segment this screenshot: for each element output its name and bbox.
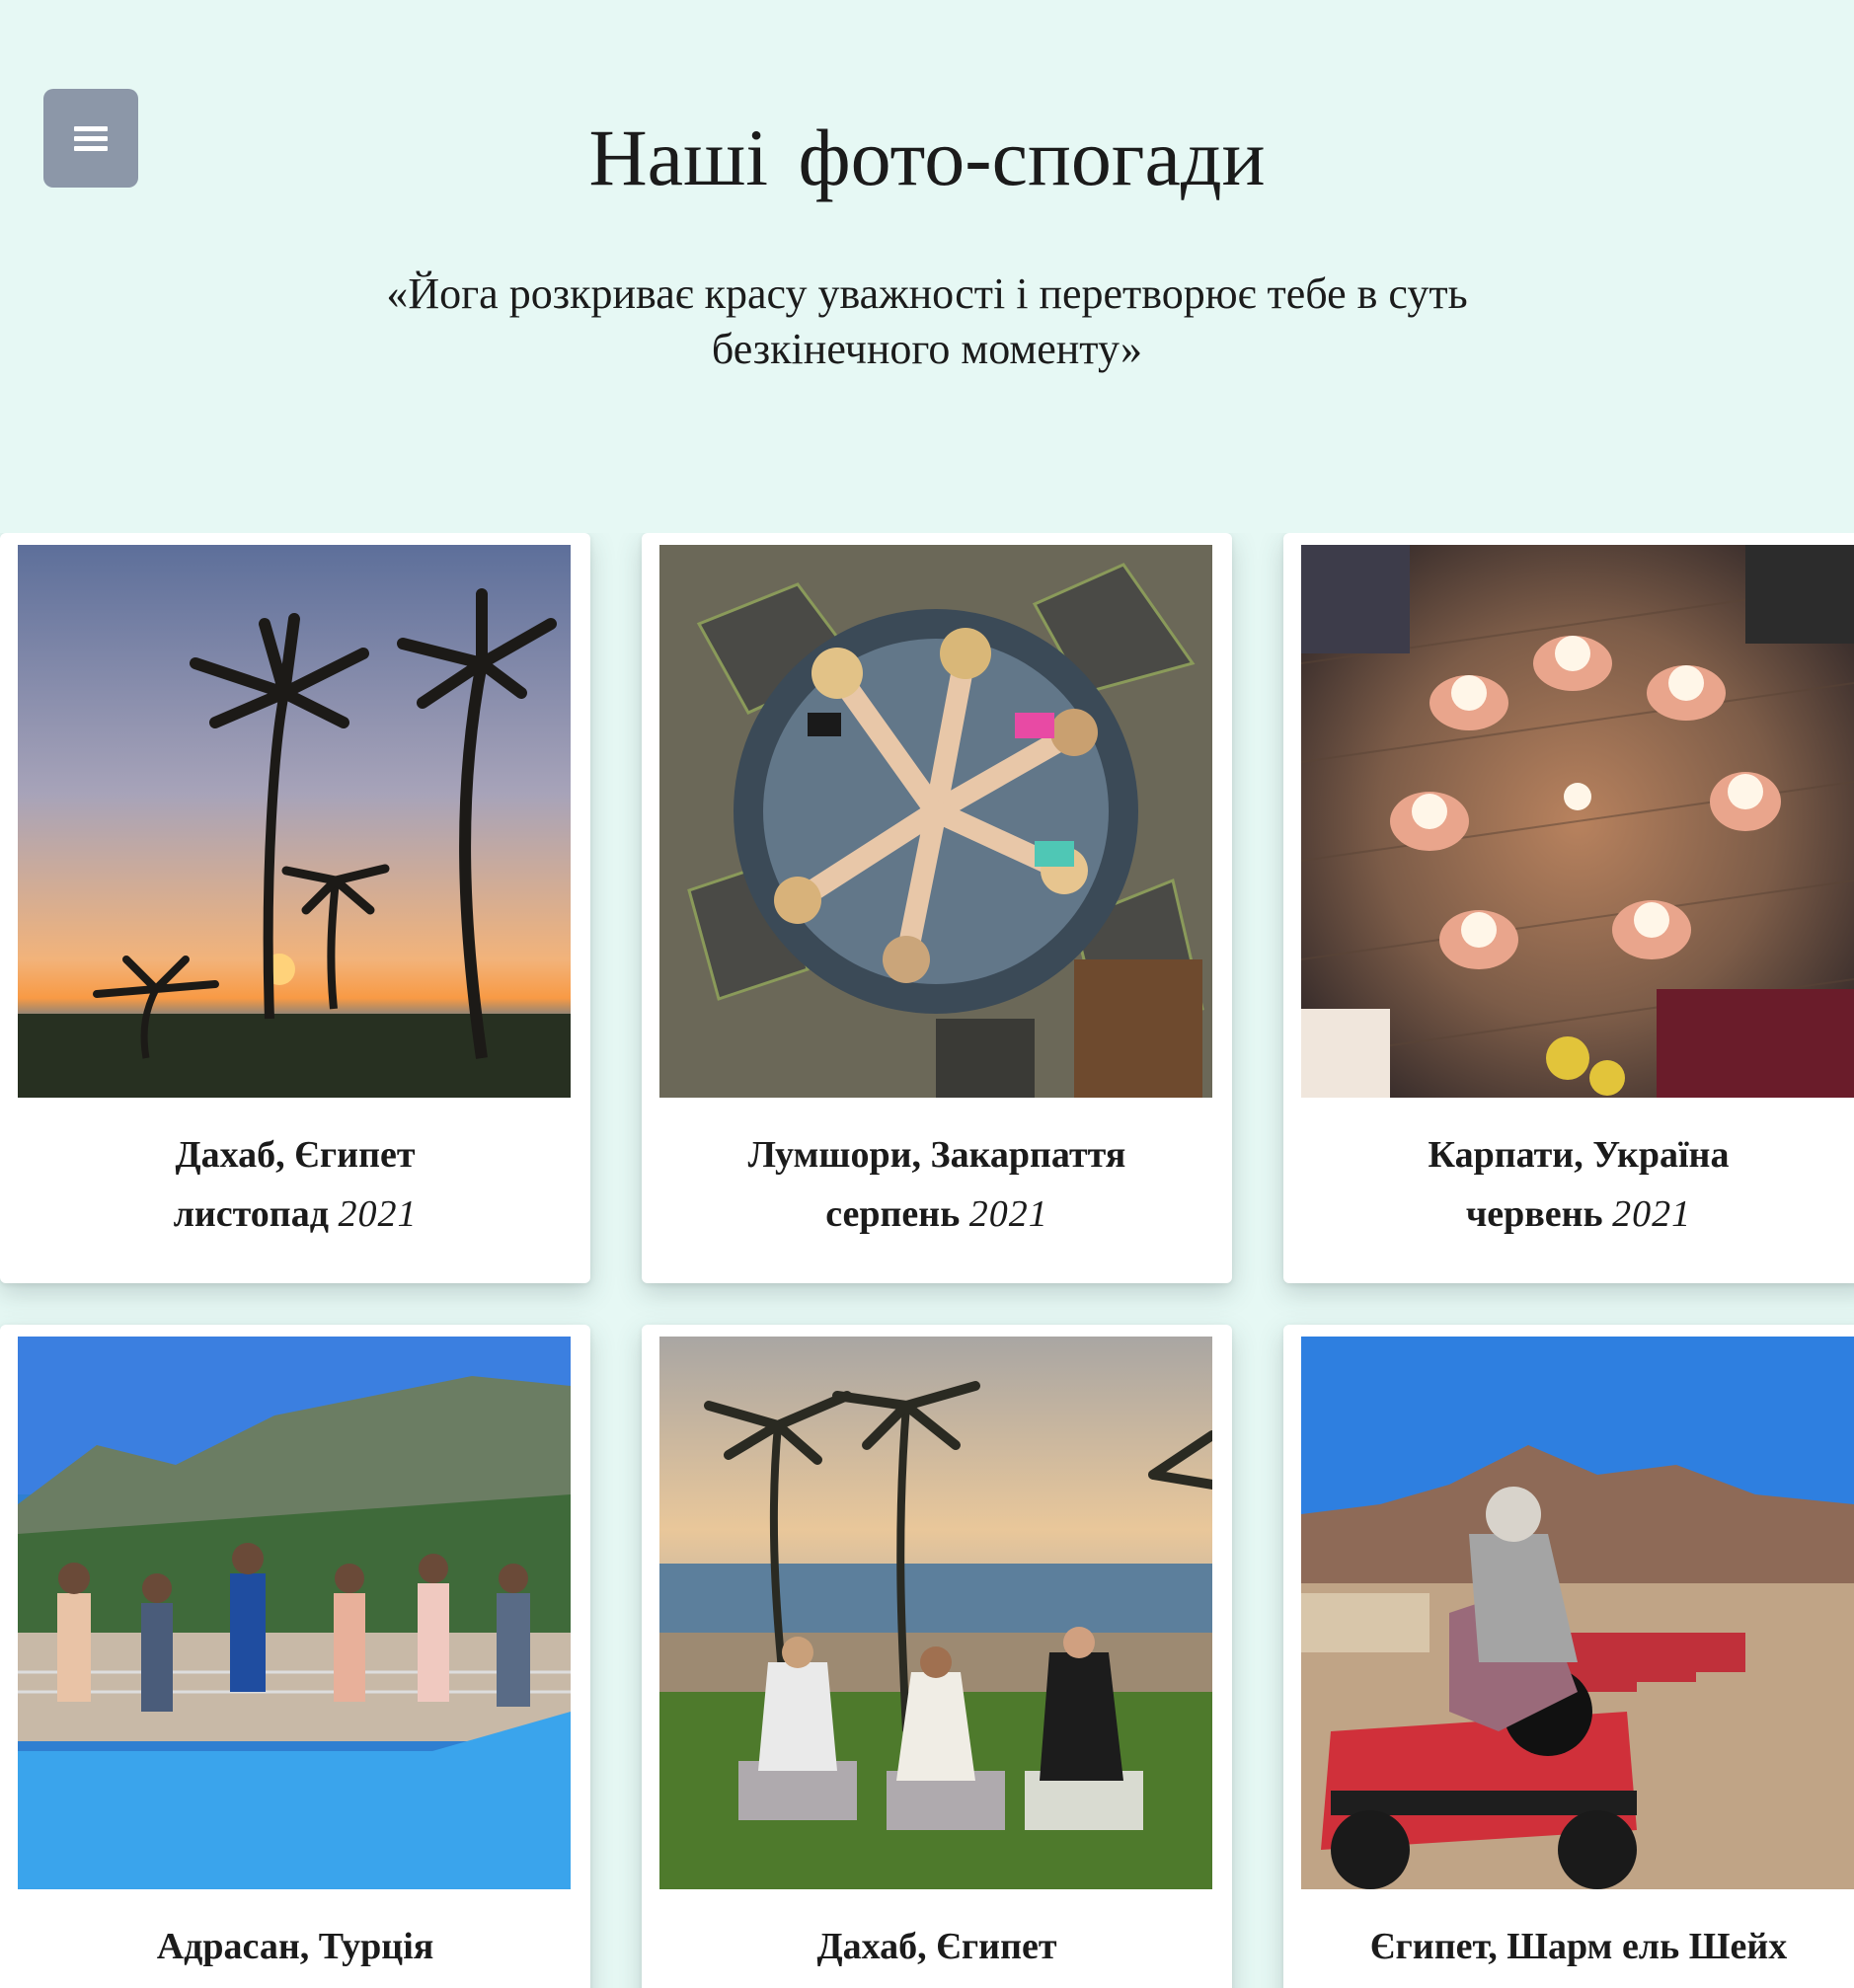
- card-caption: Адрасан, Турція: [0, 1917, 590, 1976]
- gallery-card[interactable]: Єгипет, Шарм ель Шейх: [1283, 1325, 1854, 1988]
- card-month: серпень: [825, 1193, 961, 1235]
- card-year: 2021: [338, 1193, 418, 1235]
- gallery-card[interactable]: Карпати, Україна червень 2021: [1283, 533, 1854, 1283]
- card-caption: Лумшори, Закарпаття серпень 2021: [642, 1125, 1232, 1244]
- card-place: Лумшори, Закарпаття: [747, 1134, 1126, 1176]
- card-caption: Дахаб, Єгипет: [642, 1917, 1232, 1976]
- card-month: червень: [1465, 1193, 1603, 1235]
- card-place: Адрасан, Турція: [156, 1926, 434, 1967]
- card-place: Карпати, Україна: [1428, 1134, 1730, 1176]
- card-caption: Дахаб, Єгипет листопад 2021: [0, 1125, 590, 1244]
- candles-circle-hands-photo[interactable]: [1301, 545, 1854, 1098]
- beach-meditation-photo[interactable]: [659, 1337, 1212, 1889]
- yoga-by-pool-photo[interactable]: [18, 1337, 571, 1889]
- card-year: 2021: [1612, 1193, 1692, 1235]
- page-title: Наші фото-спогади: [588, 113, 1266, 202]
- gallery-card[interactable]: Дахаб, Єгипет: [642, 1325, 1232, 1988]
- card-caption: Єгипет, Шарм ель Шейх: [1283, 1917, 1854, 1976]
- card-place: Дахаб, Єгипет: [175, 1134, 416, 1176]
- palm-trees-sunset-photo[interactable]: [18, 545, 571, 1098]
- photo-gallery: Дахаб, Єгипет листопад 2021 Лумшори, Зак…: [0, 533, 1854, 1988]
- card-month: листопад: [173, 1193, 329, 1235]
- card-year: 2021: [968, 1193, 1048, 1235]
- card-caption: Карпати, Україна червень 2021: [1283, 1125, 1854, 1244]
- quad-bike-desert-photo[interactable]: [1301, 1337, 1854, 1889]
- card-place: Єгипет, Шарм ель Шейх: [1369, 1926, 1788, 1967]
- gallery-card[interactable]: Лумшори, Закарпаття серпень 2021: [642, 533, 1232, 1283]
- card-place: Дахаб, Єгипет: [816, 1926, 1057, 1967]
- gallery-card[interactable]: Дахаб, Єгипет листопад 2021: [0, 533, 590, 1283]
- group-in-hot-tub-photo[interactable]: [659, 545, 1212, 1098]
- gallery-card[interactable]: Адрасан, Турція: [0, 1325, 590, 1988]
- page-quote: «Йога розкриває красу уважності і перетв…: [386, 269, 1468, 373]
